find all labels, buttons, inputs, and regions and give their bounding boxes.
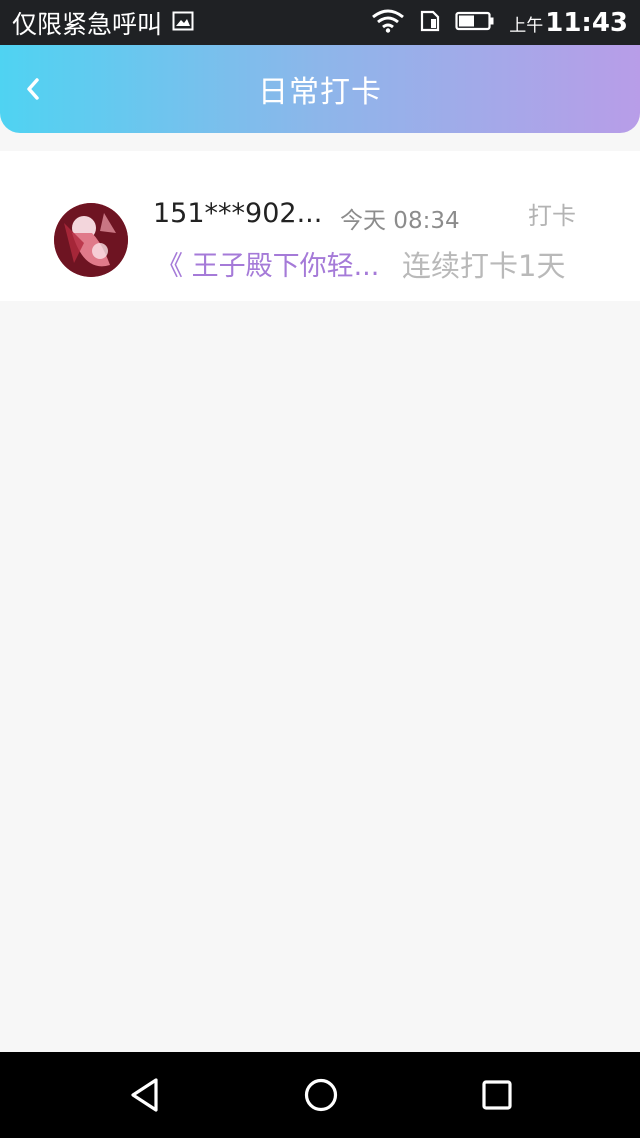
battery-icon bbox=[455, 11, 495, 35]
header: 日常打卡 bbox=[0, 45, 640, 133]
clock-period: 上午 bbox=[509, 15, 544, 36]
nav-home-button[interactable] bbox=[298, 1072, 344, 1118]
home-circle-icon bbox=[304, 1078, 338, 1112]
back-triangle-icon bbox=[131, 1078, 158, 1112]
recents-square-icon bbox=[482, 1080, 512, 1110]
chevron-left-icon bbox=[27, 78, 39, 100]
wifi-icon bbox=[371, 9, 405, 37]
checkin-time: 今天 08:34 bbox=[340, 208, 460, 234]
status-bar: 仅限紧急呼叫 上午 11:43 bbox=[0, 0, 640, 45]
screen: 仅限紧急呼叫 上午 11:43 日常打卡 151***902... 今天 08:… bbox=[0, 0, 640, 1138]
nav-recents-button[interactable] bbox=[474, 1072, 520, 1118]
status-left: 仅限紧急呼叫 bbox=[12, 5, 194, 41]
clock: 上午 11:43 bbox=[509, 8, 628, 38]
nav-back-button[interactable] bbox=[122, 1072, 168, 1118]
list-item[interactable]: 151***902... 今天 08:34 打卡 《 王子殿下你轻... 连续打… bbox=[0, 151, 640, 301]
checkin-list: 151***902... 今天 08:34 打卡 《 王子殿下你轻... 连续打… bbox=[0, 151, 640, 301]
checkin-button[interactable]: 打卡 bbox=[528, 196, 576, 231]
clock-time: 11:43 bbox=[545, 7, 628, 38]
image-icon bbox=[172, 8, 194, 37]
navigation-bar bbox=[0, 1052, 640, 1138]
page-title: 日常打卡 bbox=[258, 75, 382, 110]
username: 151***902... bbox=[153, 198, 323, 229]
back-button[interactable] bbox=[14, 69, 54, 109]
avatar[interactable] bbox=[54, 203, 128, 277]
streak-text: 连续打卡1天 bbox=[402, 249, 566, 283]
book-title-link[interactable]: 《 王子殿下你轻... bbox=[156, 244, 381, 283]
carrier-text: 仅限紧急呼叫 bbox=[12, 9, 163, 39]
status-right: 上午 11:43 bbox=[371, 8, 628, 38]
sim-icon bbox=[419, 10, 441, 36]
